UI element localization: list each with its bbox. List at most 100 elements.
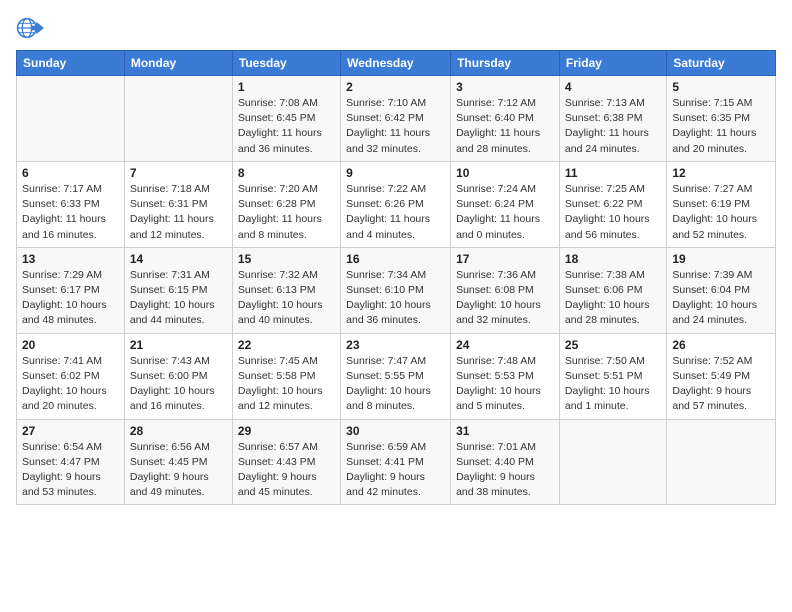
calendar-week-row: 1 Sunrise: 7:08 AM Sunset: 6:45 PM Daylig… [17, 76, 776, 162]
calendar-cell: 18Sunrise: 7:38 AM Sunset: 6:06 PM Dayli… [559, 247, 666, 333]
day-number: 5 [672, 80, 770, 94]
day-info: Sunrise: 6:59 AM Sunset: 4:41 PM Dayligh… [346, 440, 445, 501]
calendar-header-sunday: Sunday [17, 51, 125, 76]
day-info: Sunrise: 7:52 AM Sunset: 5:49 PM Dayligh… [672, 354, 770, 415]
calendar-header-wednesday: Wednesday [341, 51, 451, 76]
calendar-cell: 27 Sunrise: 6:54 AM Sunset: 4:47 PM Dayli… [17, 419, 125, 505]
day-info: Sunrise: 7:15 AM Sunset: 6:35 PM Dayligh… [672, 96, 770, 157]
calendar-cell: 10 Sunrise: 7:24 AM Sunset: 6:24 PM Dayli… [451, 161, 560, 247]
calendar-cell: 5 Sunrise: 7:15 AM Sunset: 6:35 PM Daylig… [667, 76, 776, 162]
day-info: Sunrise: 7:24 AM Sunset: 6:24 PM Dayligh… [456, 182, 554, 243]
day-info: Sunrise: 6:56 AM Sunset: 4:45 PM Dayligh… [130, 440, 227, 501]
day-info: Sunrise: 7:22 AM Sunset: 6:26 PM Dayligh… [346, 182, 445, 243]
day-info: Sunrise: 7:47 AM Sunset: 5:55 PM Dayligh… [346, 354, 445, 415]
day-info: Sunrise: 7:17 AM Sunset: 6:33 PM Dayligh… [22, 182, 119, 243]
day-number: 6 [22, 166, 119, 180]
day-number: 21 [130, 338, 227, 352]
day-info: Sunrise: 7:10 AM Sunset: 6:42 PM Dayligh… [346, 96, 445, 157]
calendar-cell: 15Sunrise: 7:32 AM Sunset: 6:13 PM Dayli… [232, 247, 340, 333]
calendar-cell: 2Sunrise: 7:10 AM Sunset: 6:42 PM Daylig… [341, 76, 451, 162]
logo-icon [16, 14, 44, 42]
calendar-cell: 17 Sunrise: 7:36 AM Sunset: 6:08 PM Dayli… [451, 247, 560, 333]
calendar-header-tuesday: Tuesday [232, 51, 340, 76]
day-info: Sunrise: 7:08 AM Sunset: 6:45 PM Dayligh… [238, 96, 335, 157]
day-info: Sunrise: 7:27 AM Sunset: 6:19 PM Dayligh… [672, 182, 770, 243]
day-info: Sunrise: 7:20 AM Sunset: 6:28 PM Dayligh… [238, 182, 335, 243]
day-number: 29 [238, 424, 335, 438]
day-number: 28 [130, 424, 227, 438]
calendar-cell: 19 Sunrise: 7:39 AM Sunset: 6:04 PM Dayli… [667, 247, 776, 333]
calendar-cell [559, 419, 666, 505]
calendar-header-monday: Monday [124, 51, 232, 76]
day-number: 23 [346, 338, 445, 352]
page-header [16, 10, 776, 42]
calendar-week-row: 6 Sunrise: 7:17 AM Sunset: 6:33 PM Daylig… [17, 161, 776, 247]
calendar-header-friday: Friday [559, 51, 666, 76]
calendar-table: SundayMondayTuesdayWednesdayThursdayFrid… [16, 50, 776, 505]
calendar-cell: 11 Sunrise: 7:25 AM Sunset: 6:22 PM Dayli… [559, 161, 666, 247]
calendar-cell: 7 Sunrise: 7:18 AM Sunset: 6:31 PM Daylig… [124, 161, 232, 247]
calendar-cell: 16Sunrise: 7:34 AM Sunset: 6:10 PM Dayli… [341, 247, 451, 333]
day-info: Sunrise: 7:36 AM Sunset: 6:08 PM Dayligh… [456, 268, 554, 329]
calendar-cell: 21 Sunrise: 7:43 AM Sunset: 6:00 PM Dayli… [124, 333, 232, 419]
day-info: Sunrise: 7:45 AM Sunset: 5:58 PM Dayligh… [238, 354, 335, 415]
day-number: 24 [456, 338, 554, 352]
day-number: 26 [672, 338, 770, 352]
day-info: Sunrise: 7:31 AM Sunset: 6:15 PM Dayligh… [130, 268, 227, 329]
calendar-cell: 14 Sunrise: 7:31 AM Sunset: 6:15 PM Dayli… [124, 247, 232, 333]
day-info: Sunrise: 7:12 AM Sunset: 6:40 PM Dayligh… [456, 96, 554, 157]
calendar-cell: 29 Sunrise: 6:57 AM Sunset: 4:43 PM Dayli… [232, 419, 340, 505]
day-number: 17 [456, 252, 554, 266]
day-number: 4 [565, 80, 661, 94]
calendar-cell: 25 Sunrise: 7:50 AM Sunset: 5:51 PM Dayli… [559, 333, 666, 419]
day-info: Sunrise: 7:39 AM Sunset: 6:04 PM Dayligh… [672, 268, 770, 329]
day-info: Sunrise: 7:41 AM Sunset: 6:02 PM Dayligh… [22, 354, 119, 415]
calendar-cell: 13 Sunrise: 7:29 AM Sunset: 6:17 PM Dayli… [17, 247, 125, 333]
day-info: Sunrise: 7:32 AM Sunset: 6:13 PM Dayligh… [238, 268, 335, 329]
day-number: 16 [346, 252, 445, 266]
day-info: Sunrise: 7:50 AM Sunset: 5:51 PM Dayligh… [565, 354, 661, 415]
calendar-cell: 24 Sunrise: 7:48 AM Sunset: 5:53 PM Dayli… [451, 333, 560, 419]
calendar-cell: 26 Sunrise: 7:52 AM Sunset: 5:49 PM Dayli… [667, 333, 776, 419]
calendar-week-row: 13 Sunrise: 7:29 AM Sunset: 6:17 PM Dayli… [17, 247, 776, 333]
day-number: 9 [346, 166, 445, 180]
calendar-cell: 22 Sunrise: 7:45 AM Sunset: 5:58 PM Dayli… [232, 333, 340, 419]
calendar-week-row: 20 Sunrise: 7:41 AM Sunset: 6:02 PM Dayli… [17, 333, 776, 419]
calendar-header-thursday: Thursday [451, 51, 560, 76]
calendar-cell: 23 Sunrise: 7:47 AM Sunset: 5:55 PM Dayli… [341, 333, 451, 419]
day-number: 1 [238, 80, 335, 94]
day-number: 10 [456, 166, 554, 180]
day-number: 13 [22, 252, 119, 266]
calendar-week-row: 27 Sunrise: 6:54 AM Sunset: 4:47 PM Dayli… [17, 419, 776, 505]
day-number: 8 [238, 166, 335, 180]
calendar-cell: 28 Sunrise: 6:56 AM Sunset: 4:45 PM Dayli… [124, 419, 232, 505]
calendar-cell: 31Sunrise: 7:01 AM Sunset: 4:40 PM Dayli… [451, 419, 560, 505]
calendar-cell: 3Sunrise: 7:12 AM Sunset: 6:40 PM Daylig… [451, 76, 560, 162]
day-info: Sunrise: 7:48 AM Sunset: 5:53 PM Dayligh… [456, 354, 554, 415]
day-number: 11 [565, 166, 661, 180]
day-number: 19 [672, 252, 770, 266]
day-info: Sunrise: 6:54 AM Sunset: 4:47 PM Dayligh… [22, 440, 119, 501]
calendar-cell [667, 419, 776, 505]
calendar-header-row: SundayMondayTuesdayWednesdayThursdayFrid… [17, 51, 776, 76]
day-info: Sunrise: 7:13 AM Sunset: 6:38 PM Dayligh… [565, 96, 661, 157]
calendar-cell: 8 Sunrise: 7:20 AM Sunset: 6:28 PM Daylig… [232, 161, 340, 247]
day-number: 27 [22, 424, 119, 438]
day-number: 7 [130, 166, 227, 180]
calendar-cell: 30 Sunrise: 6:59 AM Sunset: 4:41 PM Dayli… [341, 419, 451, 505]
day-info: Sunrise: 7:25 AM Sunset: 6:22 PM Dayligh… [565, 182, 661, 243]
day-info: Sunrise: 7:18 AM Sunset: 6:31 PM Dayligh… [130, 182, 227, 243]
day-info: Sunrise: 6:57 AM Sunset: 4:43 PM Dayligh… [238, 440, 335, 501]
day-number: 18 [565, 252, 661, 266]
calendar-cell [17, 76, 125, 162]
day-info: Sunrise: 7:29 AM Sunset: 6:17 PM Dayligh… [22, 268, 119, 329]
calendar-header-saturday: Saturday [667, 51, 776, 76]
calendar-cell [124, 76, 232, 162]
day-number: 20 [22, 338, 119, 352]
calendar-cell: 12Sunrise: 7:27 AM Sunset: 6:19 PM Dayli… [667, 161, 776, 247]
day-number: 14 [130, 252, 227, 266]
day-number: 30 [346, 424, 445, 438]
day-number: 25 [565, 338, 661, 352]
day-info: Sunrise: 7:43 AM Sunset: 6:00 PM Dayligh… [130, 354, 227, 415]
day-number: 22 [238, 338, 335, 352]
